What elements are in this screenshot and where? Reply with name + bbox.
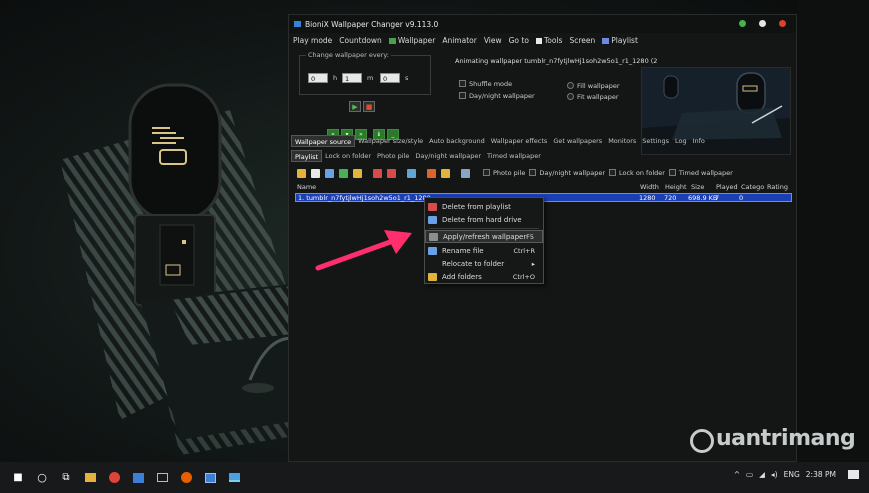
- folder-shape: [84, 473, 96, 482]
- app-icon-blue[interactable]: [128, 468, 148, 488]
- chrome-shape: [108, 472, 120, 483]
- firefox-icon[interactable]: [176, 468, 196, 488]
- file-explorer-icon[interactable]: [80, 468, 100, 488]
- chrome-icon[interactable]: [104, 468, 124, 488]
- task-view-icon[interactable]: ⧉: [56, 468, 76, 488]
- bionix-shape: [228, 473, 240, 482]
- language-indicator[interactable]: ENG: [784, 470, 800, 479]
- system-tray: ^ ▭ ◢ ◂) ENG 2:38 PM: [734, 470, 859, 479]
- notification-icon[interactable]: [848, 470, 859, 479]
- watermark-text: uantrimang: [716, 426, 856, 451]
- windows-start-icon[interactable]: ■: [8, 468, 28, 488]
- paint-shape: [204, 472, 216, 483]
- app-icon-monitor[interactable]: [152, 468, 172, 488]
- network-icon[interactable]: ◢: [759, 470, 765, 479]
- bionix-taskbar-icon[interactable]: [224, 468, 244, 488]
- clock[interactable]: 2:38 PM: [806, 470, 836, 479]
- taskbar: ■ ○ ⧉ ^ ▭ ◢ ◂) ENG 2:38 PM: [0, 462, 869, 493]
- paint-icon[interactable]: [200, 468, 220, 488]
- blue-app-shape: [132, 472, 144, 483]
- search-circle-icon[interactable]: ○: [32, 468, 52, 488]
- firefox-shape: [180, 472, 192, 483]
- annotation-arrow: [315, 230, 412, 271]
- battery-icon[interactable]: ▭: [746, 470, 753, 479]
- watermark: uantrimang: [690, 426, 856, 451]
- volume-icon[interactable]: ◂): [771, 470, 778, 479]
- monitor-shape: [156, 473, 168, 482]
- desktop-screen: BioniX Wallpaper Changer v9.113.0 Play m…: [0, 0, 869, 493]
- chevron-up-icon[interactable]: ^: [734, 470, 740, 479]
